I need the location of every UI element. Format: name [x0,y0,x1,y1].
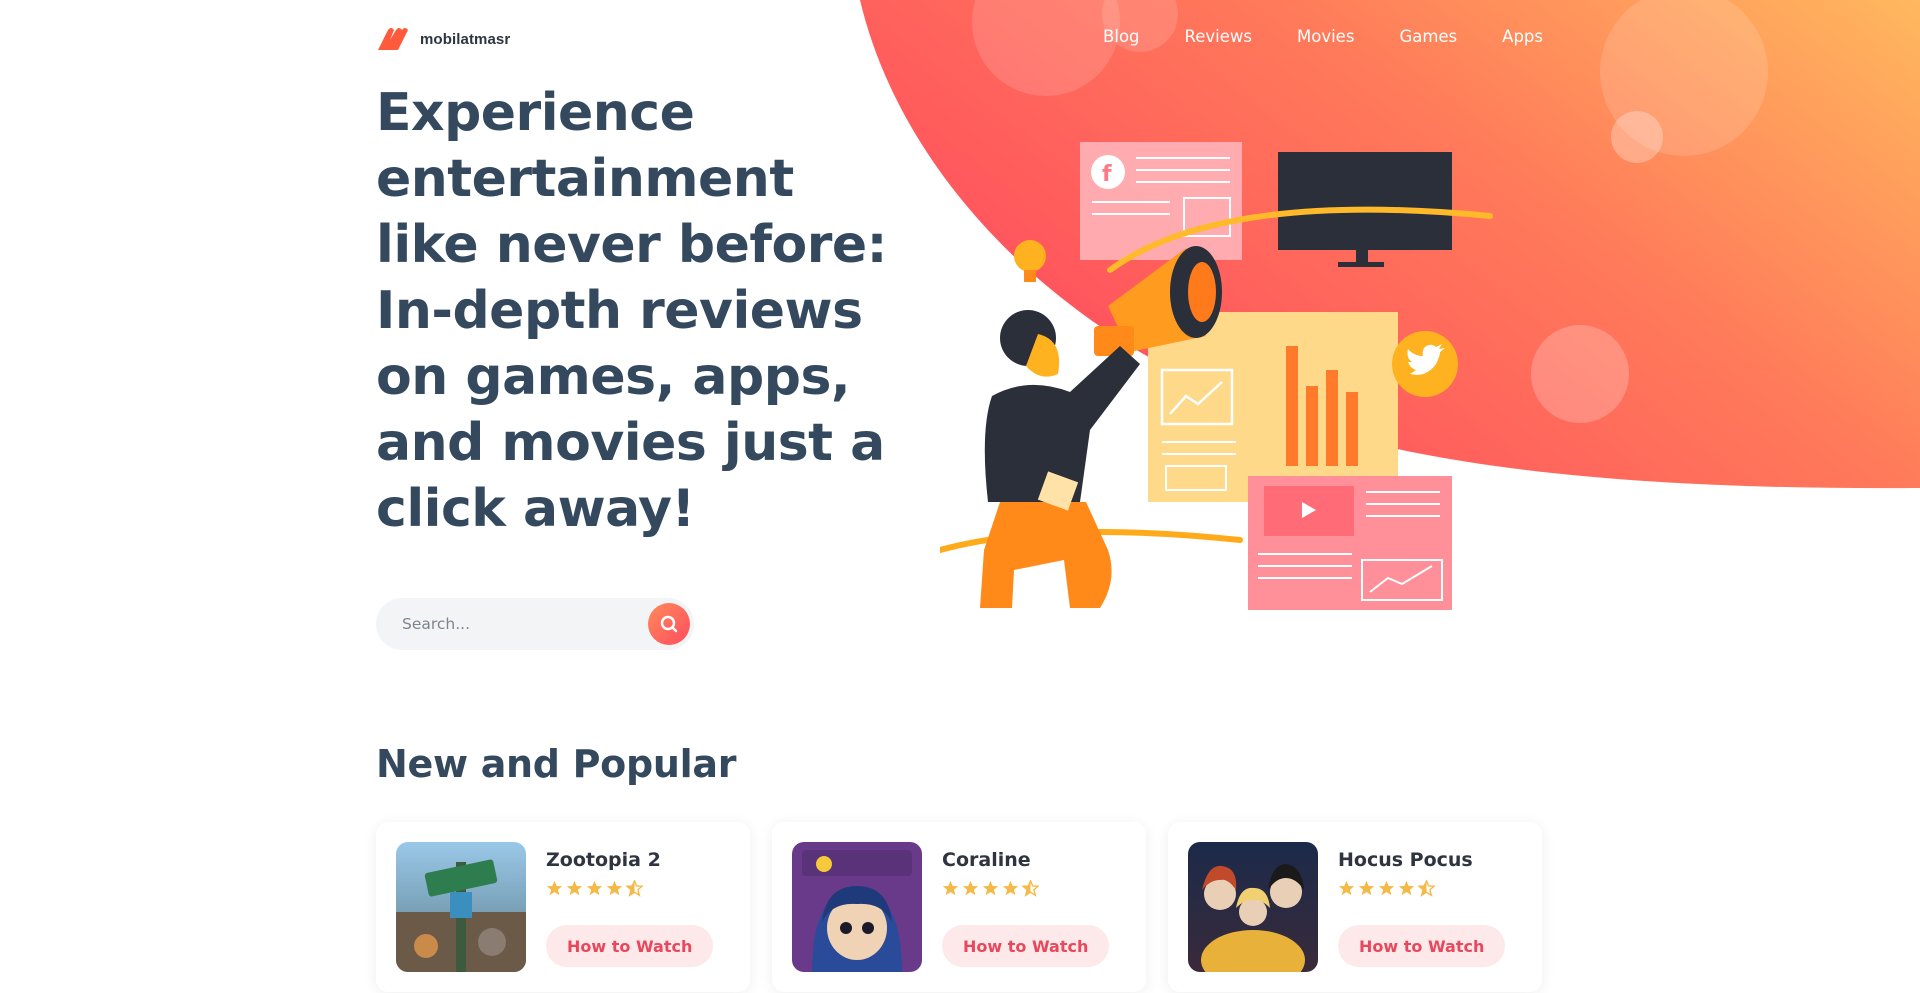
nav-movies[interactable]: Movies [1297,27,1354,46]
star-icon [546,880,563,896]
poster-image [792,842,922,972]
how-to-watch-button[interactable]: How to Watch [546,925,714,967]
star-icon [606,880,623,896]
main-nav: Blog Reviews Movies Games Apps [1058,27,1543,46]
half-star-icon [1418,880,1435,897]
nav-apps[interactable]: Apps [1502,27,1543,46]
star-icon [1358,880,1375,896]
star-icon [1398,880,1415,896]
star-icon [982,880,999,896]
card-title: Coraline [942,849,1031,871]
star-icon [586,880,603,896]
rating-stars [1338,880,1435,897]
logo-mark-icon [378,28,408,50]
rating-stars [546,880,643,897]
star-icon [1338,880,1355,896]
star-icon [1002,880,1019,896]
brand-name: mobilatmasr [420,30,511,48]
movie-card-hocus-pocus[interactable]: Hocus Pocus How to Watch [1168,822,1542,992]
movie-card-zootopia-2[interactable]: Zootopia 2 How to Watch [376,822,750,992]
brand-logo[interactable]: mobilatmasr [376,26,510,52]
search-icon [660,615,678,633]
poster-image [396,842,526,972]
how-to-watch-button[interactable]: How to Watch [1338,925,1506,967]
star-icon [566,880,583,896]
half-star-icon [1022,880,1039,897]
nav-games[interactable]: Games [1399,27,1457,46]
hero-title: Experience entertainment like never befo… [376,83,887,539]
nav-reviews[interactable]: Reviews [1185,27,1252,46]
poster-image [1188,842,1318,972]
half-star-icon [626,880,643,897]
card-title: Hocus Pocus [1338,849,1473,871]
search-input[interactable] [376,598,646,650]
movie-card-coraline[interactable]: Coraline How to Watch [772,822,1146,992]
star-icon [942,880,959,896]
search-bar [376,598,694,650]
marketing-illustration: f [940,142,1493,610]
search-button[interactable] [648,603,690,645]
card-title: Zootopia 2 [546,849,661,871]
svg-text:f: f [1102,162,1112,187]
nav-blog[interactable]: Blog [1103,27,1139,46]
star-icon [1378,880,1395,896]
star-icon [962,880,979,896]
how-to-watch-button[interactable]: How to Watch [942,925,1110,967]
rating-stars [942,880,1039,897]
popular-cards: Zootopia 2 How to Watch Coraline How to … [376,822,1542,992]
section-title: New and Popular [376,742,737,786]
